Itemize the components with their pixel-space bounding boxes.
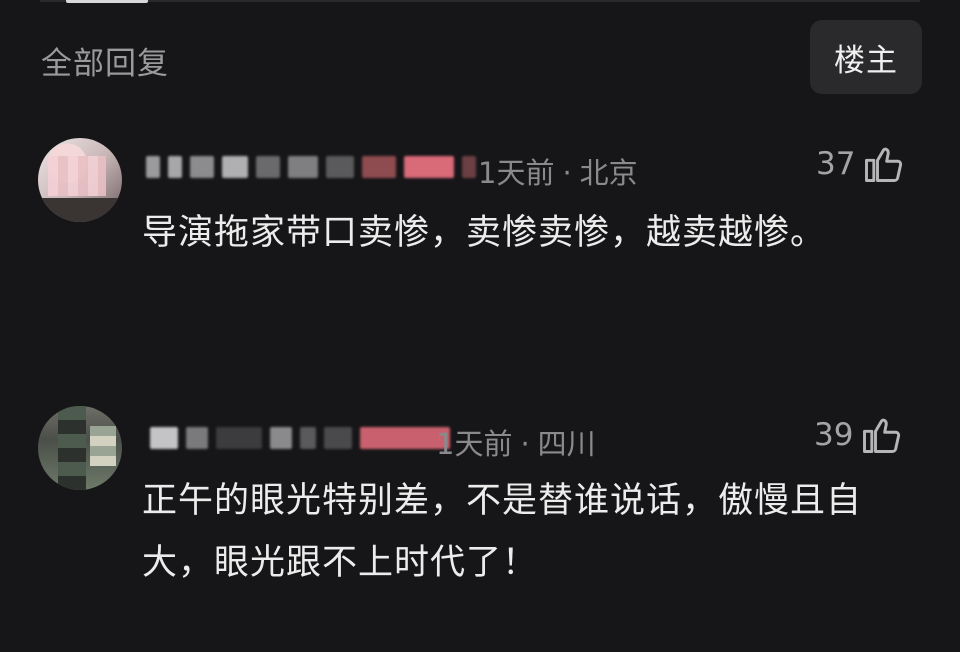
comment-text: 导演拖家带口卖惨，卖惨卖惨，越卖越惨。 <box>142 213 827 253</box>
comment-time: 1天前 <box>436 427 513 461</box>
user-avatar[interactable] <box>38 138 122 222</box>
replies-header-title: 全部回复 <box>41 46 169 82</box>
tab-indicator <box>66 0 148 3</box>
like-count: 37 <box>816 146 856 182</box>
top-divider <box>40 0 920 2</box>
like-count: 39 <box>814 417 854 453</box>
user-avatar[interactable] <box>38 406 122 490</box>
comment-text: 正午的眼光特别差，不是替谁说话，傲慢且自大，眼光跟不上时代了！ <box>142 481 863 583</box>
op-only-button[interactable]: 楼主 <box>810 20 922 94</box>
thumbs-up-icon <box>865 147 903 182</box>
comment-location: 北京 <box>579 156 638 190</box>
username-blurred[interactable] <box>150 421 450 455</box>
comment-location: 四川 <box>537 427 596 461</box>
separator-dot: · <box>520 427 530 461</box>
like-button[interactable]: 39 <box>814 413 903 457</box>
comment-time: 1天前 <box>478 156 555 190</box>
comment-meta: 1天前 · 四川 <box>436 421 596 463</box>
thumbs-up-icon <box>863 418 901 453</box>
username-blurred[interactable] <box>146 150 476 184</box>
separator-dot: · <box>562 156 572 190</box>
like-button[interactable]: 37 <box>816 142 905 186</box>
comment-meta: 1天前 · 北京 <box>478 150 638 192</box>
